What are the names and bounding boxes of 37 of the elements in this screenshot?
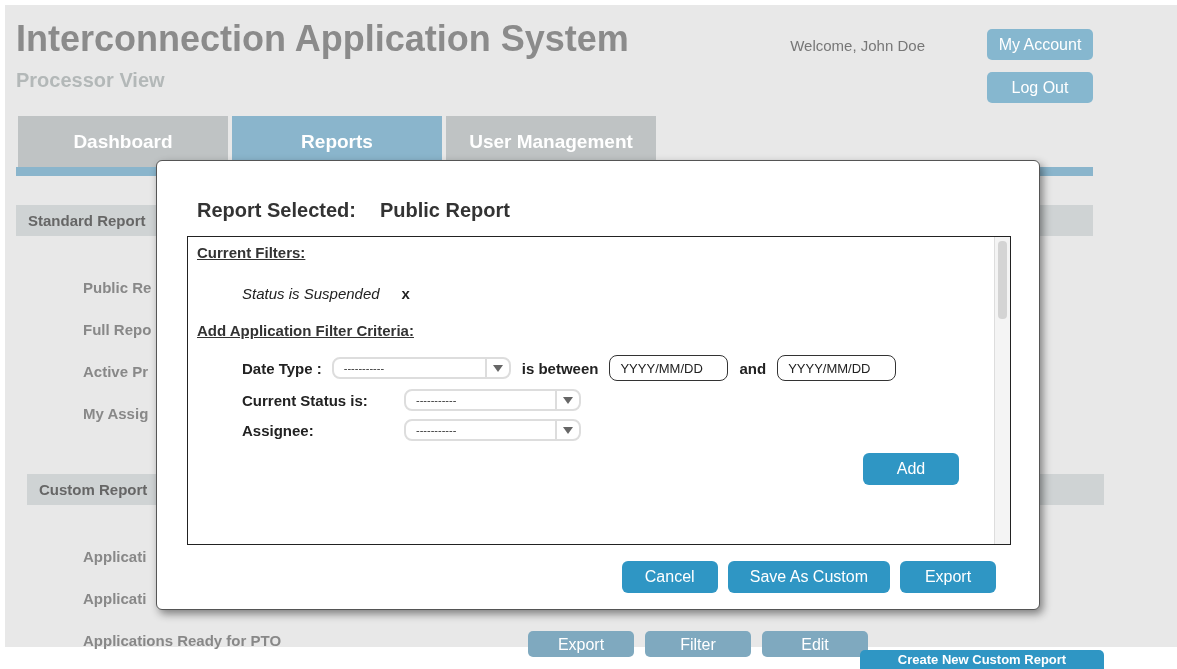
- caret-icon: [563, 396, 573, 404]
- caret-icon: [492, 364, 503, 372]
- criteria-heading: Add Application Filter Criteria:: [197, 322, 415, 339]
- dialog-title-value: Public Report: [379, 199, 510, 222]
- scrollbar-thumb[interactable]: [998, 241, 1007, 319]
- report-action-button[interactable]: Filter: [645, 631, 751, 657]
- report-link[interactable]: Applications Ready for PTO: [83, 631, 523, 649]
- report-action-button[interactable]: Export: [528, 631, 634, 657]
- field-label: Assignee:: [242, 421, 315, 439]
- dialog-button[interactable]: Cancel: [621, 561, 718, 593]
- filter-text: Status is Suspended: [242, 285, 380, 302]
- app-title: Interconnection Application System: [16, 17, 630, 61]
- section-title: Custom Report: [39, 481, 148, 498]
- field-label: Current Status is:: [242, 391, 369, 409]
- field-label: is between: [521, 359, 599, 377]
- dropdown[interactable]: -----------: [331, 357, 511, 379]
- create-report-button[interactable]: Create New Custom Report: [860, 650, 1104, 669]
- current-filters-heading: Current Filters:: [197, 244, 307, 261]
- caret-icon: [563, 426, 573, 434]
- remove-filter-button[interactable]: x: [401, 285, 410, 302]
- section-title: Standard Report: [28, 212, 146, 229]
- field-label: Date Type :: [242, 359, 322, 377]
- scrollbar[interactable]: [994, 237, 1010, 544]
- add-button[interactable]: Add: [863, 453, 959, 485]
- nav-tab[interactable]: Dashboard: [18, 116, 228, 167]
- dialog-button[interactable]: Save As Custom: [727, 561, 890, 593]
- date-field[interactable]: YYYY/MM/DD: [609, 355, 729, 381]
- report-action-button[interactable]: Edit: [762, 631, 868, 657]
- date-field[interactable]: YYYY/MM/DD: [777, 355, 897, 381]
- field-label: and: [739, 359, 767, 377]
- dropdown[interactable]: -----------: [404, 419, 581, 441]
- header-button[interactable]: Log Out: [987, 72, 1093, 103]
- welcome-text: Welcome, John Doe: [790, 37, 925, 54]
- dialog-button[interactable]: Export: [900, 561, 996, 593]
- header-button[interactable]: My Account: [987, 29, 1093, 60]
- dialog-title-label: Report Selected:: [197, 199, 356, 222]
- dropdown[interactable]: -----------: [404, 389, 581, 411]
